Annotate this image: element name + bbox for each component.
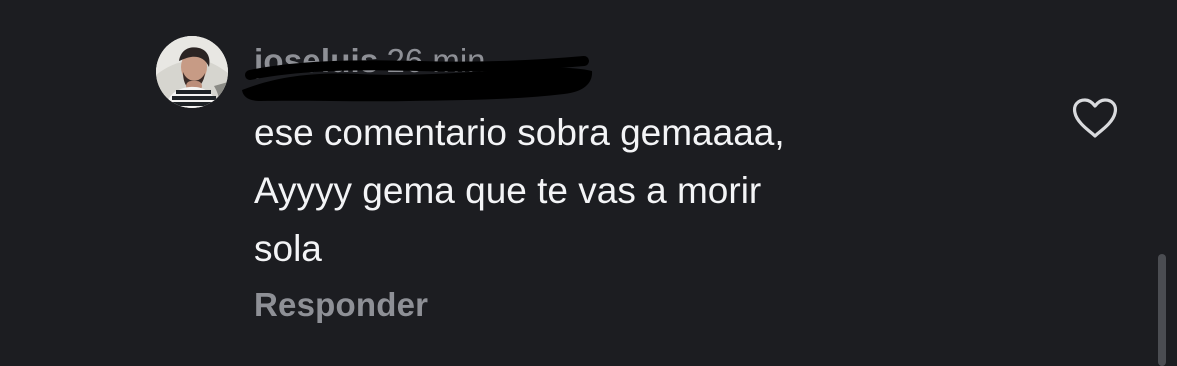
scrollbar-thumb[interactable] [1158,254,1166,366]
avatar[interactable] [156,36,228,108]
comment-text: ese comentario sobra gemaaaa, Ayyyy gema… [254,112,785,269]
profile-photo [156,36,228,108]
heart-icon [1072,98,1118,138]
username[interactable]: joseluis [254,42,378,80]
comment-header: joseluis 26 min [254,38,486,84]
like-button[interactable] [1066,92,1124,146]
comment-item: joseluis 26 min ese comentario sobra gem… [0,0,1177,366]
timestamp: 26 min [386,42,486,79]
reply-button[interactable]: Responder [254,286,428,324]
scrollbar[interactable] [1158,254,1166,366]
